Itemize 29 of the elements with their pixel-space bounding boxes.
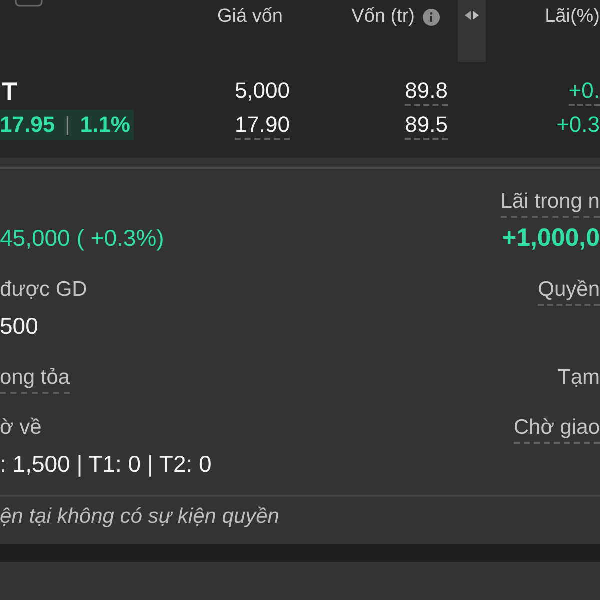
table-cell[interactable]: 89.8 [405, 78, 448, 106]
separator-text: | [65, 113, 70, 138]
column-scroll-handle[interactable] [458, 0, 486, 62]
left-right-arrows-icon [465, 11, 479, 20]
field-value: +1,000,0 [502, 223, 600, 254]
column-header: Giá vốn [218, 5, 284, 29]
rounded-box-outline-icon [15, 0, 43, 7]
column-header: Vốn (tr) [352, 5, 415, 29]
field-label[interactable]: Lãi trong n [500, 188, 600, 218]
field-label[interactable]: Quyền [538, 276, 600, 306]
table-cell-text: +0.3 [556, 112, 600, 139]
field-value: : 1,500 | T1: 0 | T2: 0 [0, 450, 212, 479]
field-value: 500 [0, 312, 38, 341]
notice-text: ện tại không có sự kiện quyền [0, 505, 280, 528]
table-cell[interactable]: 17.90 [234, 112, 290, 140]
ticker-symbol: T [2, 78, 18, 106]
info-icon[interactable] [423, 8, 440, 26]
table-cell[interactable]: 89.5 [405, 112, 448, 140]
field-label[interactable]: Chờ giao [514, 414, 600, 444]
price-text: 17.95 [0, 111, 56, 139]
field-label: ờ về [0, 415, 42, 441]
column-header: Lãi(%) [545, 5, 600, 29]
field-label: Tạm [558, 365, 600, 391]
field-label: được GD [0, 277, 88, 303]
change-percent: 1.1% [80, 111, 130, 139]
field-value: 45,000 ( +0.3%) [0, 224, 164, 253]
table-cell[interactable]: +0. [568, 78, 600, 106]
table-cell-text: 5,000 [234, 78, 290, 105]
field-label[interactable]: ong tỏa [0, 364, 70, 394]
